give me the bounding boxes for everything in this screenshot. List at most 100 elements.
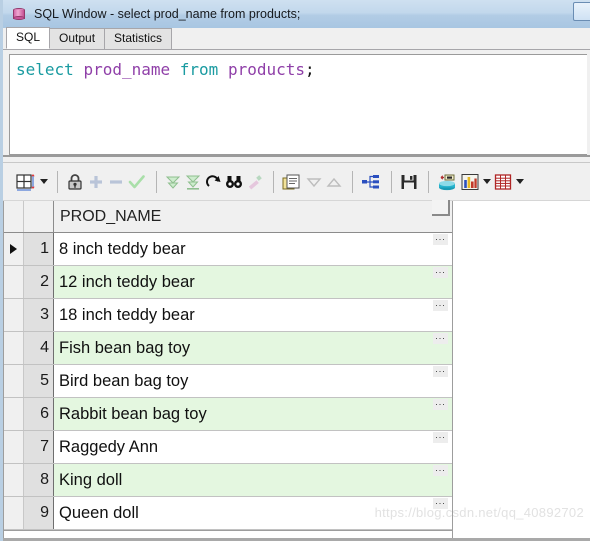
cell-text: Raggedy Ann	[59, 437, 159, 456]
cell-text: Bird bean bag toy	[59, 371, 189, 390]
cell-prod-name[interactable]: Rabbit bean bag toy ...	[54, 398, 452, 430]
cell-editor-button[interactable]: ...	[433, 299, 448, 311]
chevron-down-icon[interactable]	[483, 179, 491, 184]
current-row-arrow-icon	[10, 244, 17, 254]
toolbar-separator	[156, 170, 157, 193]
restore-window-button[interactable]	[573, 2, 590, 21]
database-icon	[11, 6, 27, 22]
cell-editor-button[interactable]: ...	[433, 233, 448, 245]
row-number-cell: 3	[24, 299, 54, 331]
table-view-button[interactable]	[493, 169, 524, 195]
cell-text: Queen doll	[59, 503, 139, 522]
cell-text: Rabbit bean bag toy	[59, 404, 207, 423]
table-row[interactable]: 4 Fish bean bag toy ...	[4, 332, 452, 365]
sql-token-products: products	[227, 60, 306, 79]
move-up-button[interactable]	[325, 169, 343, 195]
row-number-cell: 1	[24, 233, 54, 265]
cell-editor-button[interactable]: ...	[433, 398, 448, 410]
grid-header-row: PROD_NAME	[4, 200, 452, 233]
tab-statistics[interactable]: Statistics	[104, 28, 173, 49]
tab-output[interactable]: Output	[49, 28, 106, 49]
results-grid: PROD_NAME 1 8 inch teddy bear ... 2 12 i…	[3, 200, 453, 541]
find-button[interactable]	[224, 169, 244, 195]
row-indicator-cell	[4, 365, 24, 397]
cell-text: Fish bean bag toy	[59, 338, 191, 357]
chevron-down-icon[interactable]	[40, 179, 48, 184]
cell-text: 8 inch teddy bear	[59, 239, 186, 258]
cell-editor-button[interactable]: ...	[433, 464, 448, 476]
results-toolbar	[3, 163, 590, 201]
cell-prod-name[interactable]: 12 inch teddy bear ...	[54, 266, 452, 298]
toolbar-separator	[273, 170, 274, 193]
cell-text: 12 inch teddy bear	[59, 272, 195, 291]
toolbar-separator	[391, 170, 392, 193]
chart-button[interactable]	[460, 169, 491, 195]
toolbar-separator	[428, 170, 429, 193]
sql-editor-panel: select prod_name from products;	[3, 50, 590, 155]
cell-prod-name[interactable]: Bird bean bag toy ...	[54, 365, 452, 397]
explain-plan-button[interactable]	[360, 169, 382, 195]
post-changes-button[interactable]	[127, 169, 147, 195]
toolbar-separator	[352, 170, 353, 193]
sql-token-from: from	[179, 60, 219, 79]
cell-text: 18 inch teddy bear	[59, 305, 195, 324]
row-indicator-cell	[4, 431, 24, 463]
remove-row-button[interactable]	[107, 169, 125, 195]
row-indicator-cell	[4, 266, 24, 298]
row-indicator-cell	[4, 464, 24, 496]
sql-token-prod-name: prod_name	[83, 60, 171, 79]
export-data-button[interactable]	[436, 169, 458, 195]
cell-prod-name[interactable]: Fish bean bag toy ...	[54, 332, 452, 364]
refresh-button[interactable]	[204, 169, 222, 195]
cell-editor-button[interactable]: ...	[433, 365, 448, 377]
lock-button[interactable]	[65, 169, 85, 195]
cell-prod-name[interactable]: 8 inch teddy bear ...	[54, 233, 452, 265]
watermark: https://blog.csdn.net/qq_40892702	[374, 505, 584, 520]
cell-text: King doll	[59, 470, 123, 489]
sql-token-select: select	[16, 60, 74, 79]
row-number-cell: 7	[24, 431, 54, 463]
row-indicator-cell	[4, 398, 24, 430]
table-row[interactable]: 5 Bird bean bag toy ...	[4, 365, 452, 398]
sql-editor[interactable]: select prod_name from products;	[9, 54, 587, 155]
cell-editor-button[interactable]: ...	[433, 431, 448, 443]
grid-header-indicator-cell	[4, 201, 24, 232]
tab-sql[interactable]: SQL	[6, 27, 51, 49]
title-bar: SQL Window - select prod_name from produ…	[3, 0, 590, 28]
cell-prod-name[interactable]: King doll ...	[54, 464, 452, 496]
fetch-next-page-button[interactable]	[164, 169, 182, 195]
cell-editor-button[interactable]: ...	[433, 266, 448, 278]
row-number-cell: 5	[24, 365, 54, 397]
column-header-label: PROD_NAME	[60, 207, 162, 225]
fetch-last-page-button[interactable]	[184, 169, 202, 195]
cell-editor-button[interactable]: ...	[433, 332, 448, 344]
table-row[interactable]: 7 Raggedy Ann ...	[4, 431, 452, 464]
row-indicator-cell	[4, 299, 24, 331]
move-down-button[interactable]	[305, 169, 323, 195]
table-row[interactable]: 8 King doll ...	[4, 464, 452, 497]
highlight-button[interactable]	[246, 169, 264, 195]
grid-header-rownum-cell	[24, 201, 54, 232]
row-number-cell: 6	[24, 398, 54, 430]
tab-strip: SQL Output Statistics	[3, 27, 590, 50]
add-row-button[interactable]	[87, 169, 105, 195]
copy-to-clipboard-button[interactable]	[281, 169, 303, 195]
results-grid-area: PROD_NAME 1 8 inch teddy bear ... 2 12 i…	[3, 200, 590, 541]
row-number-cell: 4	[24, 332, 54, 364]
cell-prod-name[interactable]: 18 inch teddy bear ...	[54, 299, 452, 331]
row-indicator-cell	[4, 332, 24, 364]
row-number-cell: 9	[24, 497, 54, 529]
table-row[interactable]: 2 12 inch teddy bear ...	[4, 266, 452, 299]
editor-grid-splitter[interactable]	[3, 155, 590, 163]
row-number-cell: 8	[24, 464, 54, 496]
cell-prod-name[interactable]: Raggedy Ann ...	[54, 431, 452, 463]
toolbar-separator	[57, 170, 58, 193]
column-header-prod-name[interactable]: PROD_NAME	[54, 200, 452, 232]
chevron-down-icon[interactable]	[516, 179, 524, 184]
grid-corner-resize-handle[interactable]	[432, 200, 450, 216]
table-row[interactable]: 1 8 inch teddy bear ...	[4, 233, 452, 266]
grid-layout-button[interactable]	[15, 169, 48, 195]
save-button[interactable]	[399, 169, 419, 195]
table-row[interactable]: 3 18 inch teddy bear ...	[4, 299, 452, 332]
table-row[interactable]: 6 Rabbit bean bag toy ...	[4, 398, 452, 431]
